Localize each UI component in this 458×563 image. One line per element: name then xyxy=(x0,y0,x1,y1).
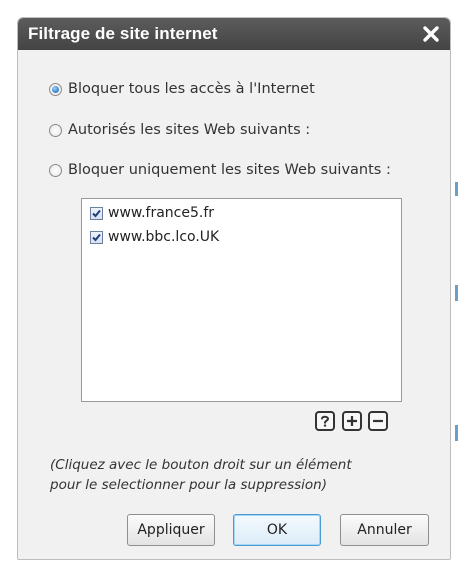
minus-icon xyxy=(373,419,383,423)
list-item[interactable]: www.bbc.lco.UK xyxy=(90,227,219,247)
ok-button[interactable]: OK xyxy=(233,514,321,546)
option-label: Bloquer uniquement les sites Web suivant… xyxy=(68,162,391,178)
remove-site-button[interactable] xyxy=(368,411,388,431)
plus-icon xyxy=(347,416,357,426)
radio-button[interactable] xyxy=(49,123,62,137)
hint-line: (Cliquez avec le bouton droit sur un élé… xyxy=(50,457,352,473)
option-label: Autorisés les sites Web suivants : xyxy=(68,122,311,138)
hint-text: (Cliquez avec le bouton droit sur un élé… xyxy=(50,455,430,495)
option-block-all[interactable]: Bloquer tous les accès à l'Internet xyxy=(49,78,315,100)
close-icon xyxy=(423,26,439,42)
close-button[interactable] xyxy=(420,21,442,45)
radio-button[interactable] xyxy=(49,82,62,96)
website-filter-dialog: Filtrage de site internet Bloquer tous l… xyxy=(17,17,451,560)
list-item[interactable]: www.france5.fr xyxy=(90,203,214,223)
radio-button[interactable] xyxy=(49,163,62,177)
dialog-title: Filtrage de site internet xyxy=(28,24,218,43)
site-checkbox[interactable] xyxy=(90,230,103,244)
option-label: Bloquer tous les accès à l'Internet xyxy=(68,81,315,97)
dialog-titlebar: Filtrage de site internet xyxy=(18,18,450,50)
checkmark-icon xyxy=(92,209,101,217)
cancel-button[interactable]: Annuler xyxy=(340,514,429,546)
website-list[interactable]: www.france5.fr www.bbc.lco.UK xyxy=(81,198,402,402)
checkmark-icon xyxy=(92,233,101,241)
hint-line: pour le selectionner pour la suppression… xyxy=(50,477,327,493)
add-site-button[interactable] xyxy=(342,411,362,431)
help-icon xyxy=(321,415,330,427)
option-allow-listed[interactable]: Autorisés les sites Web suivants : xyxy=(49,119,310,141)
option-block-listed[interactable]: Bloquer uniquement les sites Web suivant… xyxy=(49,159,391,181)
site-label: www.france5.fr xyxy=(108,205,215,221)
help-button[interactable] xyxy=(315,411,335,431)
site-checkbox[interactable] xyxy=(90,206,103,220)
site-label: www.bbc.lco.UK xyxy=(108,229,220,245)
apply-button[interactable]: Appliquer xyxy=(127,514,215,546)
